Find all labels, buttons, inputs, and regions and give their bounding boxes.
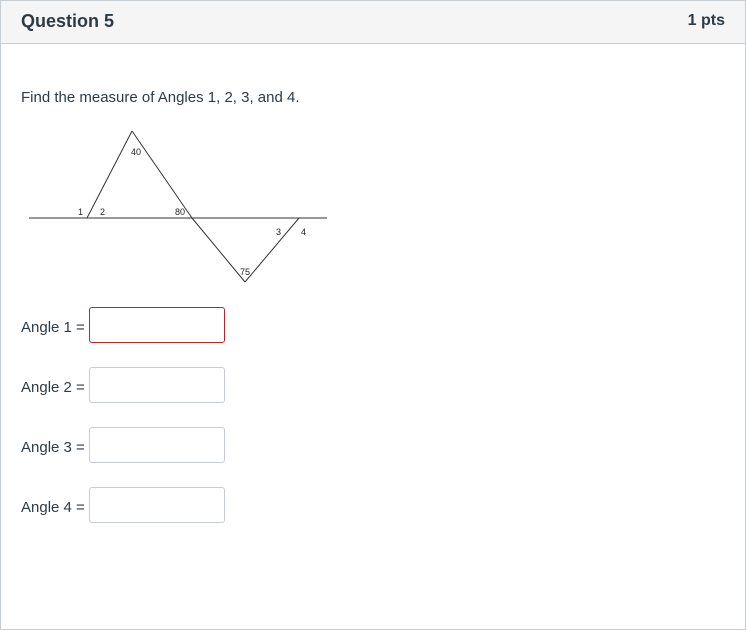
angle-label-80: 80 [175, 207, 185, 217]
angle-3-label: Angle 3 = [21, 439, 85, 456]
angle-1-input[interactable] [89, 307, 225, 343]
question-card: Question 5 1 pts Find the measure of Ang… [0, 0, 746, 630]
question-header: Question 5 1 pts [1, 1, 745, 44]
angle-label-3: 3 [276, 227, 281, 237]
question-prompt: Find the measure of Angles 1, 2, 3, and … [21, 89, 300, 106]
angle-4-input[interactable] [89, 487, 225, 523]
question-points: 1 pts [687, 12, 725, 29]
upper-triangle-left-side [86, 130, 133, 219]
angle-label-40: 40 [131, 147, 141, 157]
angle-3-input[interactable] [89, 427, 225, 463]
angle-label-2: 2 [100, 207, 105, 217]
angle-label-4: 4 [301, 227, 306, 237]
question-title: Question 5 [21, 11, 115, 31]
upper-triangle-right-side [131, 130, 193, 219]
angle-2-label: Angle 2 = [21, 379, 85, 396]
angle-4-label: Angle 4 = [21, 499, 85, 516]
angle-label-75: 75 [240, 267, 250, 277]
triangle-diagram: 40 1 2 80 3 4 75 [29, 130, 327, 283]
angle-label-1: 1 [78, 207, 83, 217]
angle-2-input[interactable] [89, 367, 225, 403]
lower-triangle-right-side [244, 217, 300, 283]
angle-1-label: Angle 1 = [21, 319, 85, 336]
lower-triangle-left-side [191, 217, 246, 283]
